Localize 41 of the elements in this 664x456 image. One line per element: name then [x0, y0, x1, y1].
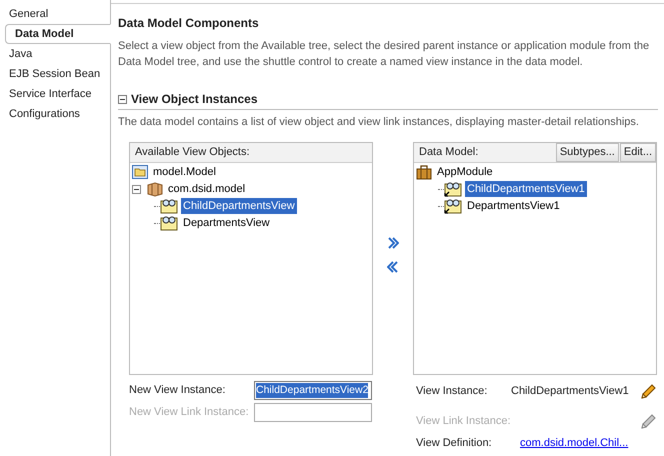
sidebar-item[interactable]: Service Interface: [0, 84, 110, 104]
field-label: View Definition:: [416, 436, 493, 452]
collapse-icon[interactable]: [118, 94, 127, 104]
tree-item[interactable]: DepartmentsView: [181, 214, 272, 232]
sidebar-item[interactable]: General: [0, 4, 110, 24]
tree-item[interactable]: model.Model: [151, 164, 218, 180]
pencil-icon[interactable]: [639, 382, 657, 400]
section-title: View Object Instances: [131, 91, 258, 108]
page-title: Data Model Components: [118, 15, 260, 32]
tree-item[interactable]: ChildDepartmentsView: [181, 198, 297, 214]
sidebar-item[interactable]: Configurations: [0, 104, 110, 124]
input-field[interactable]: ChildDepartmentsView2: [254, 381, 372, 400]
briefcase-icon: [416, 164, 432, 180]
field-label: New View Link Instance:: [129, 405, 250, 420]
view-object-icon: [160, 215, 178, 231]
package-icon: [147, 182, 163, 196]
panel-button[interactable]: Edit...: [620, 142, 656, 162]
move-left-icon[interactable]: [387, 260, 399, 272]
sidebar-item[interactable]: EJB Session Bean: [0, 64, 110, 84]
field-label: View Link Instance:: [416, 414, 512, 430]
panel-header: Data Model:: [418, 144, 480, 160]
field-label: New View Instance:: [129, 383, 226, 398]
tree-item[interactable]: DepartmentsView1: [465, 198, 562, 214]
panel-button[interactable]: Subtypes...: [556, 142, 619, 162]
page-description: Select a view object from the Available tree, select the desired parent instance or application module from the Data Model tree, and use the shuttle control to create a named view instance in the data model.: [118, 39, 650, 70]
view-definition-link[interactable]: com.dsid.model.Chil...: [520, 435, 628, 452]
view-object-icon: [160, 198, 178, 214]
folder-icon: [132, 165, 148, 179]
view-object-icon: [444, 198, 462, 214]
sidebar-item[interactable]: Java: [0, 44, 110, 64]
field-label: View Instance:: [416, 384, 488, 400]
field-value: ChildDepartmentsView1: [511, 384, 630, 400]
collapse-icon[interactable]: [132, 184, 141, 194]
tree-item[interactable]: ChildDepartmentsView1: [465, 180, 587, 198]
tree-item[interactable]: com.dsid.model: [166, 180, 248, 198]
view-object-icon: [444, 181, 462, 197]
tree-item[interactable]: AppModule: [435, 164, 495, 180]
move-right-icon[interactable]: [387, 236, 399, 248]
panel-header: Available View Objects:: [130, 142, 372, 162]
sidebar-item[interactable]: Data Model: [5, 24, 111, 44]
section-description: The data model contains a list of view object and view link instances, displaying master-detail relationships.: [118, 115, 640, 130]
